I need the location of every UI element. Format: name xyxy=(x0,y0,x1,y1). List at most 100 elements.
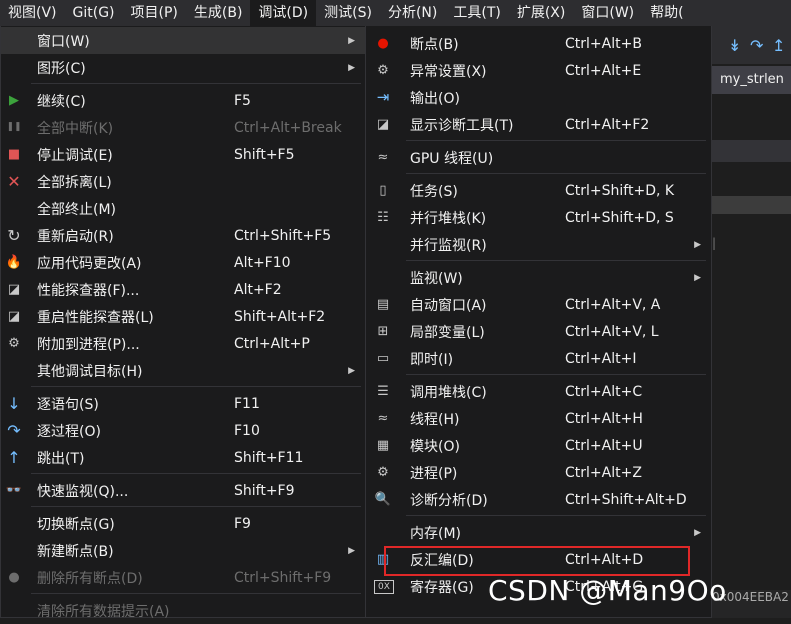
menu-item-quick-watch[interactable]: 👓 快速监视(Q)... Shift+F9 xyxy=(1,477,365,504)
search-icon: 🔍 xyxy=(374,491,392,507)
pause-icon: ❚❚ xyxy=(6,122,22,132)
menu-item-label: 全部拆离(L) xyxy=(37,174,112,191)
submenu-item-watch[interactable]: 监视(W) ▶ xyxy=(366,264,711,291)
menu-item-clear-all-datatips[interactable]: 清除所有数据提示(A) xyxy=(1,597,365,624)
submenu-item-output[interactable]: ⇥ 输出(O) xyxy=(366,84,711,111)
menu-item-new-breakpoint[interactable]: 新建断点(B) ▶ xyxy=(1,537,365,564)
menu-separator xyxy=(406,515,706,516)
menu-item-performance-profiler[interactable]: ◪ 性能探查器(F)... Alt+F2 xyxy=(1,276,365,303)
menu-item-shortcut: Ctrl+Alt+B xyxy=(565,35,642,52)
menu-item-label: 调用堆栈(C) xyxy=(410,384,487,401)
editor-tab[interactable]: my_strlen xyxy=(712,66,791,94)
menu-item-break-all[interactable]: ❚❚ 全部中断(K) Ctrl+Alt+Break xyxy=(1,114,365,141)
submenu-item-modules[interactable]: ▦ 模块(O) Ctrl+Alt+U xyxy=(366,432,711,459)
menu-window[interactable]: 窗口(W) xyxy=(573,0,642,26)
menu-git[interactable]: Git(G) xyxy=(65,0,123,26)
submenu-item-locals[interactable]: ⊞ 局部变量(L) Ctrl+Alt+V, L xyxy=(366,318,711,345)
menu-tools[interactable]: 工具(T) xyxy=(445,0,508,26)
submenu-item-memory[interactable]: 内存(M) ▶ xyxy=(366,519,711,546)
menu-item-label: 任务(S) xyxy=(410,183,458,200)
submenu-item-immediate[interactable]: ▭ 即时(I) Ctrl+Alt+I xyxy=(366,345,711,372)
menu-item-restart-profiler[interactable]: ◪ 重启性能探查器(L) Shift+Alt+F2 xyxy=(1,303,365,330)
step-out-icon: ↑ xyxy=(7,447,21,467)
menu-item-delete-all-breakpoints[interactable]: ● 删除所有断点(D) Ctrl+Shift+F9 xyxy=(1,564,365,591)
threads-icon: ≈ xyxy=(377,410,389,426)
menu-item-other-debug-targets[interactable]: 其他调试目标(H) ▶ xyxy=(1,357,365,384)
menu-item-continue[interactable]: ▶ 继续(C) F5 xyxy=(1,87,365,114)
gear-icon: ⚙ xyxy=(377,464,389,480)
submenu-arrow-icon: ▶ xyxy=(348,62,355,73)
step-over-toolbar-icon[interactable]: ↷ xyxy=(750,36,763,55)
submenu-item-autos[interactable]: ▤ 自动窗口(A) Ctrl+Alt+V, A xyxy=(366,291,711,318)
menu-item-label: 寄存器(G) xyxy=(410,579,474,596)
editor-header xyxy=(712,140,791,162)
menu-item-terminate-all[interactable]: 全部终止(M) xyxy=(1,195,365,222)
submenu-item-gpu-threads[interactable]: ≈ GPU 线程(U) xyxy=(366,144,711,171)
menu-item-shortcut: Ctrl+Alt+H xyxy=(565,410,643,427)
menu-item-toggle-breakpoint[interactable]: 切换断点(G) F9 xyxy=(1,510,365,537)
menu-separator xyxy=(406,260,706,261)
menu-item-label: 异常设置(X) xyxy=(410,63,487,80)
menu-item-shortcut: Shift+Alt+F2 xyxy=(234,308,326,325)
menu-item-graphics[interactable]: 图形(C) ▶ xyxy=(1,54,365,81)
menu-item-step-out[interactable]: ↑ 跳出(T) Shift+F11 xyxy=(1,444,365,471)
menu-view[interactable]: 视图(V) xyxy=(0,0,65,26)
menu-item-step-into[interactable]: ↓ 逐语句(S) F11 xyxy=(1,390,365,417)
submenu-item-processes[interactable]: ⚙ 进程(P) Ctrl+Alt+Z xyxy=(366,459,711,486)
menu-item-label: 停止调试(E) xyxy=(37,147,113,164)
editor-navbar xyxy=(712,196,791,214)
menu-extensions[interactable]: 扩展(X) xyxy=(509,0,574,26)
submenu-item-diagnostic-tools[interactable]: ◪ 显示诊断工具(T) Ctrl+Alt+F2 xyxy=(366,111,711,138)
menu-build[interactable]: 生成(B) xyxy=(186,0,251,26)
menu-item-label: GPU 线程(U) xyxy=(410,150,494,167)
stop-icon: ■ xyxy=(7,146,21,162)
menu-item-shortcut: Ctrl+Alt+E xyxy=(565,62,642,79)
diagnostic-tools-icon: ◪ xyxy=(376,116,390,132)
menu-separator xyxy=(406,374,706,375)
flame-icon: 🔥 xyxy=(5,254,23,270)
menu-item-attach-to-process[interactable]: ⚙ 附加到进程(P)... Ctrl+Alt+P xyxy=(1,330,365,357)
menu-analyze[interactable]: 分析(N) xyxy=(380,0,445,26)
menu-item-label: 并行监视(R) xyxy=(410,237,487,254)
menu-item-label: 监视(W) xyxy=(410,270,463,287)
menu-item-label: 快速监视(Q)... xyxy=(37,483,129,500)
menu-item-restart[interactable]: ↻ 重新启动(R) Ctrl+Shift+F5 xyxy=(1,222,365,249)
menu-item-label: 附加到进程(P)... xyxy=(37,336,140,353)
menu-item-shortcut: Ctrl+Alt+V, A xyxy=(565,296,661,313)
menu-item-label: 模块(O) xyxy=(410,438,460,455)
menu-separator xyxy=(31,506,361,507)
menu-separator xyxy=(31,83,361,84)
submenu-item-diagnostic-analysis[interactable]: 🔍 诊断分析(D) Ctrl+Shift+Alt+D xyxy=(366,486,711,513)
step-into-toolbar-icon[interactable]: ↡ xyxy=(728,36,741,55)
menu-item-apply-code-changes[interactable]: 🔥 应用代码更改(A) Alt+F10 xyxy=(1,249,365,276)
menu-item-shortcut: Ctrl+Alt+Z xyxy=(565,464,642,481)
menu-item-label: 切换断点(G) xyxy=(37,516,115,533)
submenu-item-threads[interactable]: ≈ 线程(H) Ctrl+Alt+H xyxy=(366,405,711,432)
menu-debug[interactable]: 调试(D) xyxy=(250,0,317,26)
menu-item-detach-all[interactable]: ✕ 全部拆离(L) xyxy=(1,168,365,195)
menu-separator xyxy=(406,140,706,141)
menu-item-shortcut: Ctrl+Shift+F9 xyxy=(234,569,332,586)
menu-item-window[interactable]: 窗口(W) ▶ xyxy=(1,27,365,54)
menu-project[interactable]: 项目(P) xyxy=(123,0,186,26)
threads-icon: ≈ xyxy=(377,149,389,165)
submenu-item-exception-settings[interactable]: ⚙ 异常设置(X) Ctrl+Alt+E xyxy=(366,57,711,84)
exception-settings-icon: ⚙ xyxy=(377,62,389,78)
submenu-item-parallel-stacks[interactable]: ☷ 并行堆栈(K) Ctrl+Shift+D, S xyxy=(366,204,711,231)
menu-item-step-over[interactable]: ↷ 逐过程(O) F10 xyxy=(1,417,365,444)
menu-help[interactable]: 帮助( xyxy=(642,0,691,26)
menu-item-label: 内存(M) xyxy=(410,525,462,542)
step-out-toolbar-icon[interactable]: ↥ xyxy=(772,36,785,55)
breakpoints-icon: ● xyxy=(8,569,20,585)
menu-item-label: 逐语句(S) xyxy=(37,396,99,413)
menu-item-stop-debugging[interactable]: ■ 停止调试(E) Shift+F5 xyxy=(1,141,365,168)
submenu-item-tasks[interactable]: ▯ 任务(S) Ctrl+Shift+D, K xyxy=(366,177,711,204)
submenu-item-breakpoints[interactable]: ● 断点(B) Ctrl+Alt+B xyxy=(366,30,711,57)
submenu-item-call-stack[interactable]: ☰ 调用堆栈(C) Ctrl+Alt+C xyxy=(366,378,711,405)
menu-test[interactable]: 测试(S) xyxy=(316,0,380,26)
submenu-arrow-icon: ▶ xyxy=(348,35,355,46)
menu-item-shortcut: Alt+F10 xyxy=(234,254,291,271)
submenu-item-parallel-watch[interactable]: 并行监视(R) ▶ xyxy=(366,231,711,258)
call-stack-icon: ☰ xyxy=(377,383,389,399)
submenu-arrow-icon: ▶ xyxy=(348,545,355,556)
